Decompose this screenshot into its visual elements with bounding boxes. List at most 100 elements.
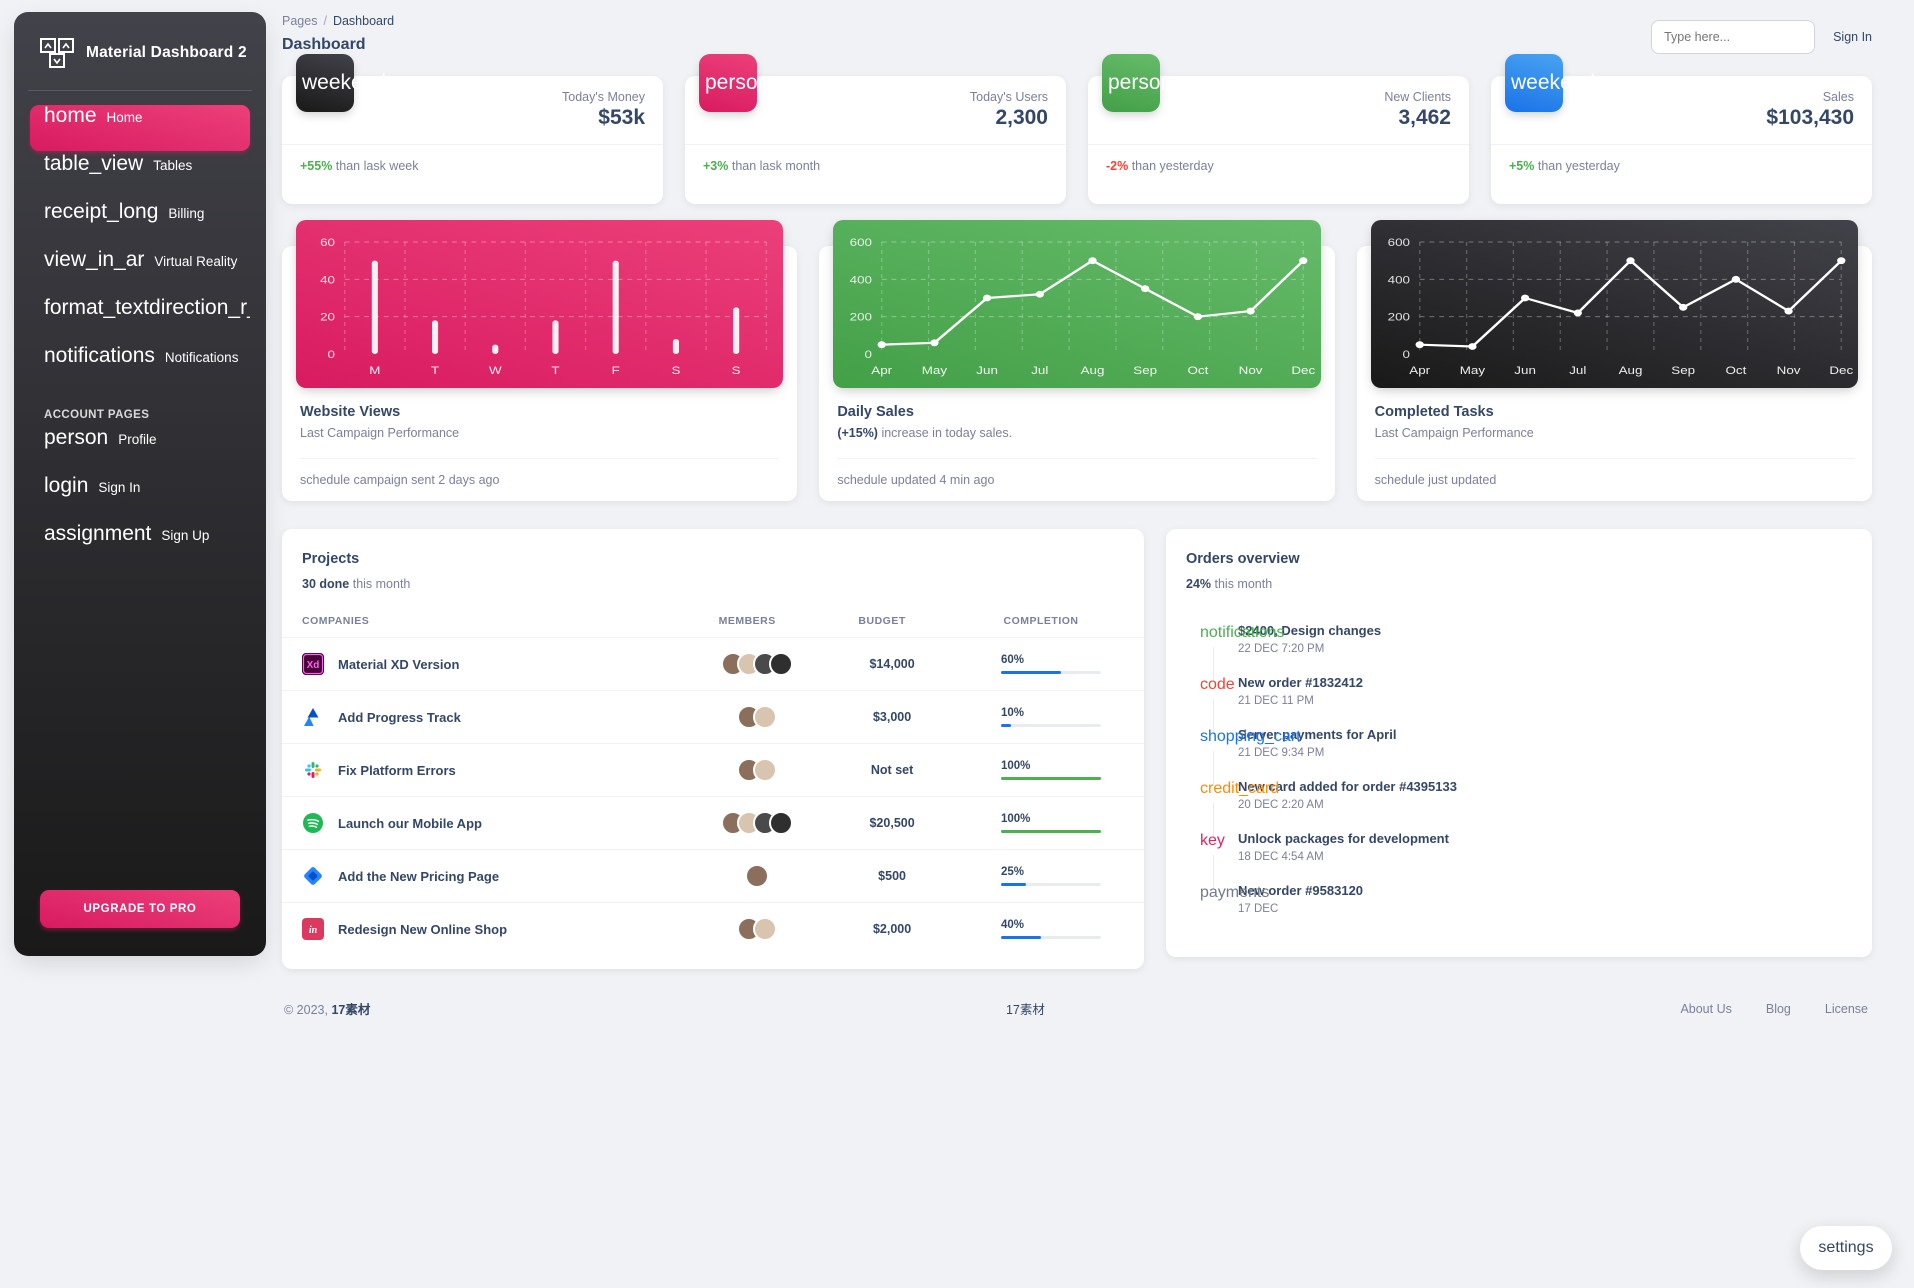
svg-text:0: 0 bbox=[328, 348, 336, 361]
svg-text:0: 0 bbox=[1402, 348, 1410, 361]
chart-title: Website Views bbox=[300, 404, 401, 420]
breadcrumb: Pages / Dashboard bbox=[282, 14, 394, 28]
svg-text:400: 400 bbox=[1387, 273, 1410, 286]
footer-link-about-us[interactable]: About Us bbox=[1680, 1002, 1731, 1016]
breadcrumb-current: Dashboard bbox=[332, 14, 395, 28]
project-name: Add Progress Track bbox=[338, 709, 461, 725]
sidebar-item-profile[interactable]: person Profile bbox=[30, 427, 250, 473]
orders-pct: 24% this month bbox=[1186, 577, 1852, 591]
budget-value: $14,000 bbox=[869, 657, 915, 671]
svg-text:Nov: Nov bbox=[1776, 364, 1801, 377]
svg-text:Jun: Jun bbox=[1514, 364, 1536, 377]
daily-sales-chart: 600 400 200 0 Apr May Jun Jul Aug Sep Oct Nov Dec bbox=[833, 220, 1321, 388]
table-row[interactable]: Xd Material XD Version $14,000 60% bbox=[282, 637, 1144, 691]
stat-delta: -2% bbox=[1106, 159, 1129, 173]
svg-text:T: T bbox=[431, 364, 440, 377]
project-name: Add the New Pricing Page bbox=[338, 868, 500, 884]
timeline-time: 22 DEC 7:20 PM bbox=[1238, 643, 1325, 655]
spotify-logo-icon bbox=[302, 812, 324, 834]
search-input[interactable] bbox=[1651, 20, 1816, 54]
svg-text:Oct: Oct bbox=[1188, 364, 1209, 377]
chart-card-completed-tasks: 600 400 200 0 Apr May Jun Jul Aug Sep Oct Nov Dec Co… bbox=[1356, 220, 1872, 501]
brand-title: Material Dashboard 2 bbox=[86, 44, 247, 61]
stat-card-todays-money: weekend Today's Money $53k +55% than las… bbox=[282, 54, 663, 204]
svg-text:400: 400 bbox=[850, 273, 873, 286]
sidebar-section-account: ACCOUNT PAGES bbox=[44, 409, 150, 421]
cell-budget: $14,000 bbox=[826, 637, 939, 691]
table-row[interactable]: Add Progress Track $3,000 10% bbox=[282, 690, 1144, 744]
svg-text:Dec: Dec bbox=[1829, 364, 1853, 377]
brand[interactable]: Material Dashboard 2 bbox=[14, 12, 266, 90]
sidebar-item-label: Profile bbox=[118, 432, 157, 447]
avatar bbox=[753, 917, 778, 941]
sidebar-item-tables[interactable]: table_view Tables bbox=[30, 153, 250, 199]
completion-value: 25% bbox=[1001, 866, 1025, 878]
timeline-time: 21 DEC 9:34 PM bbox=[1238, 747, 1325, 759]
chart-subtitle-bold: (+15%) bbox=[837, 426, 878, 440]
breadcrumb-root[interactable]: Pages bbox=[282, 14, 317, 28]
timeline-item: payments New order #9583120 17 DEC bbox=[1186, 883, 1852, 935]
cell-budget: $500 bbox=[826, 849, 939, 903]
weekend-icon: weekend bbox=[1505, 54, 1595, 112]
table-row[interactable]: Fix Platform Errors Not set 100% bbox=[282, 743, 1144, 797]
project-name: Launch our Mobile App bbox=[338, 815, 482, 831]
table-row[interactable]: in Redesign New Online Shop $2,000 40% bbox=[282, 903, 1144, 956]
avatar-group bbox=[688, 917, 826, 941]
timeline-item: code New order #1832412 21 DEC 11 PM bbox=[1186, 675, 1852, 733]
progress-fill bbox=[1001, 883, 1026, 886]
progress-track bbox=[1001, 671, 1101, 674]
timeline-title: New order #1832412 bbox=[1238, 675, 1364, 690]
sidebar-item-signin[interactable]: login Sign In bbox=[30, 475, 250, 521]
sidebar-item-virtual-reality[interactable]: view_in_ar Virtual Reality bbox=[30, 249, 250, 295]
chart-text: Completed Tasks Last Campaign Performanc… bbox=[1357, 388, 1872, 440]
invision-logo-icon: in bbox=[302, 918, 324, 940]
person-icon: person bbox=[44, 427, 109, 449]
sidebar-item-signup[interactable]: assignment Sign Up bbox=[30, 523, 250, 569]
sidebar-item-notifications[interactable]: notifications Notifications bbox=[30, 345, 250, 391]
sidebar-item-billing[interactable]: receipt_long Billing bbox=[30, 201, 250, 247]
completion-value: 60% bbox=[1001, 654, 1025, 666]
progress-fill bbox=[1001, 777, 1101, 780]
svg-text:Dec: Dec bbox=[1292, 364, 1316, 377]
cell-completion: 100% bbox=[938, 796, 1144, 850]
table-row[interactable]: Add the New Pricing Page $500 25% bbox=[282, 849, 1144, 903]
chart-subtitle-rest: increase in today sales. bbox=[877, 426, 1013, 440]
page-title: Dashboard bbox=[282, 36, 366, 53]
settings-fab-button[interactable]: settings bbox=[1800, 1226, 1892, 1270]
stat-cards-row: weekend Today's Money $53k +55% than las… bbox=[282, 54, 1872, 204]
shopping-cart-icon: shopping_cart bbox=[1200, 728, 1301, 745]
progress-track bbox=[1001, 830, 1101, 833]
svg-text:Sep: Sep bbox=[1671, 364, 1695, 377]
budget-value: Not set bbox=[870, 763, 914, 777]
avatar bbox=[769, 652, 794, 676]
svg-text:Apr: Apr bbox=[1409, 364, 1430, 377]
breadcrumb-separator: / bbox=[323, 14, 327, 28]
table-view-icon: table_view bbox=[44, 153, 144, 175]
svg-text:Oct: Oct bbox=[1725, 364, 1746, 377]
upgrade-to-pro-button[interactable]: UPGRADE TO PRO bbox=[40, 890, 240, 928]
svg-text:Aug: Aug bbox=[1081, 364, 1105, 377]
signin-link[interactable]: Sign In bbox=[1833, 30, 1872, 44]
timeline-time: 17 DEC bbox=[1238, 903, 1279, 915]
progress-fill bbox=[1001, 936, 1041, 939]
slack-logo-icon bbox=[302, 759, 324, 781]
completion-value: 40% bbox=[1001, 919, 1025, 931]
progress-fill bbox=[1001, 830, 1101, 833]
xd-logo-icon: Xd bbox=[302, 653, 324, 675]
col-completion: COMPLETION bbox=[938, 615, 1144, 638]
stat-card-todays-users: person Today's Users 2,300 +3% than lask… bbox=[685, 54, 1066, 204]
footer-link-license[interactable]: License bbox=[1825, 1002, 1868, 1016]
completion-value: 100% bbox=[1001, 760, 1031, 772]
table-row[interactable]: Launch our Mobile App $20,500 100% bbox=[282, 796, 1144, 850]
footer-link-blog[interactable]: Blog bbox=[1766, 1002, 1791, 1016]
svg-text:200: 200 bbox=[850, 311, 873, 324]
cell-company: Add Progress Track bbox=[282, 690, 669, 744]
avatar-group bbox=[688, 652, 826, 676]
sidebar-item-rtl[interactable]: format_textdirection_r_to_l bbox=[30, 297, 250, 343]
svg-text:May: May bbox=[1459, 364, 1485, 377]
sidebar: Material Dashboard 2 home Home table_vie… bbox=[14, 12, 266, 956]
copyright-text: © 2023, bbox=[284, 1003, 332, 1017]
sidebar-item-home[interactable]: home Home bbox=[30, 105, 250, 151]
jira-logo-icon bbox=[302, 865, 324, 887]
stat-footer: +5% than yesterday bbox=[1491, 145, 1872, 187]
